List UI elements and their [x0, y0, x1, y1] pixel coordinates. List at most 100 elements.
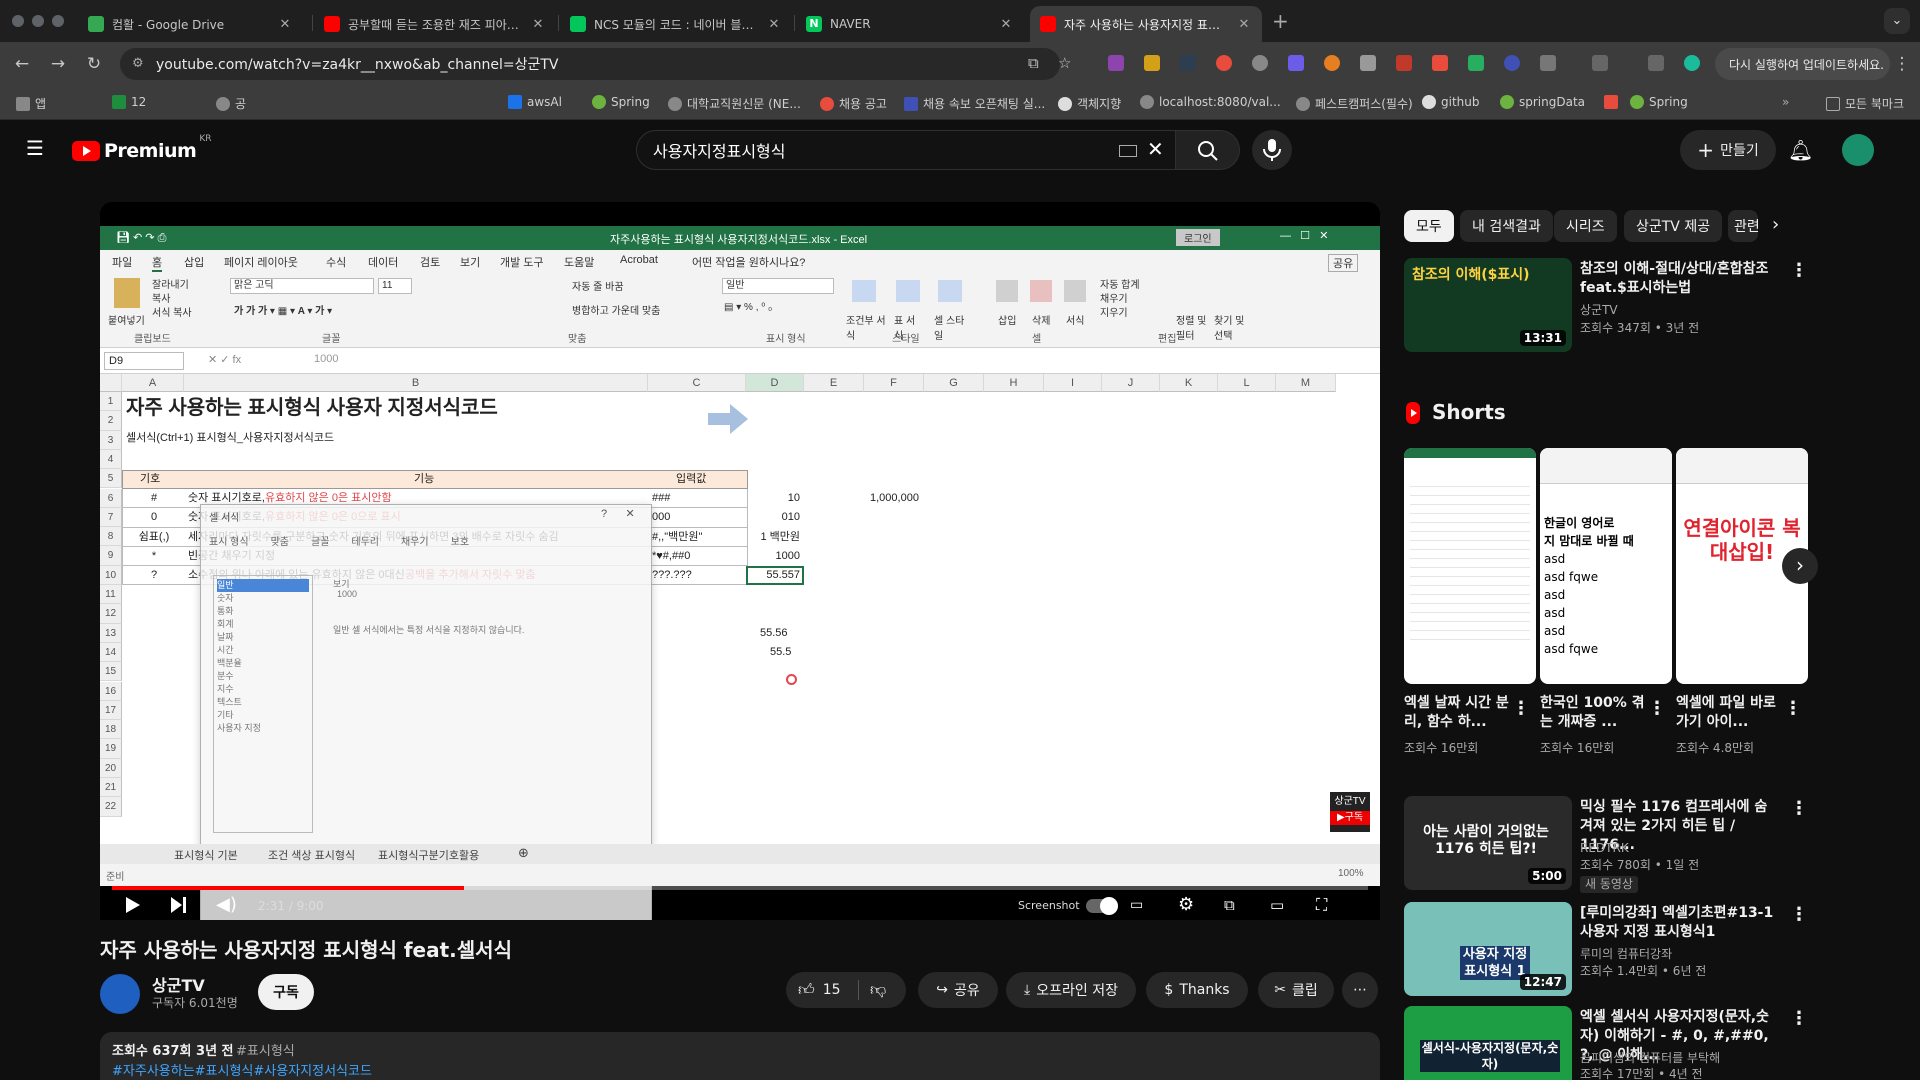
youtube-logo[interactable]: Premium KR: [72, 134, 211, 162]
short-thumbnail[interactable]: [1404, 448, 1536, 684]
browser-tab[interactable]: N NAVER ✕: [796, 6, 1024, 42]
shorts-next-button[interactable]: ›: [1782, 548, 1818, 584]
extension-icon[interactable]: [1504, 55, 1520, 71]
camera-extension-icon[interactable]: [1360, 55, 1376, 71]
bookmark-item[interactable]: Spring: [1630, 95, 1688, 109]
extension-icon[interactable]: [1108, 55, 1124, 71]
forward-icon[interactable]: →: [46, 54, 70, 74]
browser-tab[interactable]: 컴활 - Google Drive ✕: [78, 6, 303, 42]
rec-thumbnail[interactable]: 참조의 이해($표시) 13:31: [1404, 258, 1572, 352]
close-icon[interactable]: ✕: [277, 17, 293, 32]
address-bar[interactable]: ⚙ youtube.com/watch?v=za4kr__nxwo&ab_cha…: [120, 48, 1071, 80]
channel-name[interactable]: 상군TV: [152, 972, 205, 996]
subtitles-icon[interactable]: ▭: [1130, 895, 1143, 915]
bookmark-item[interactable]: [1604, 95, 1623, 109]
chip-all[interactable]: 모두: [1404, 210, 1454, 242]
subscribe-button[interactable]: 구독: [258, 974, 314, 1010]
hamburger-menu-icon[interactable]: ☰: [26, 138, 44, 158]
chip-my-results[interactable]: 내 검색결과: [1460, 210, 1553, 242]
all-bookmarks-folder[interactable]: 모든 북마크: [1826, 95, 1904, 112]
bookmark-item[interactable]: 채용 공고: [820, 95, 887, 112]
short-menu-icon[interactable]: ⋮: [1648, 698, 1666, 719]
autoplay-toggle[interactable]: [1086, 897, 1118, 915]
extension-icon[interactable]: [1396, 55, 1412, 71]
bookmark-item[interactable]: localhost:8080/val...: [1140, 95, 1281, 109]
like-button[interactable]: 👍︎ 15: [798, 980, 841, 1000]
bookmark-item[interactable]: 페스트캠퍼스(필수): [1296, 95, 1413, 112]
extension-icon[interactable]: [1216, 55, 1232, 71]
fullscreen-icon[interactable]: ⛶: [1316, 895, 1327, 915]
close-icon[interactable]: ✕: [1236, 17, 1252, 32]
notifications-bell-icon[interactable]: 🔔︎: [1788, 138, 1813, 162]
next-icon[interactable]: [170, 896, 188, 914]
window-close-button[interactable]: [12, 15, 24, 27]
bookmark-item[interactable]: 공: [216, 95, 246, 112]
reload-icon[interactable]: ↻: [82, 54, 106, 74]
new-tab-button[interactable]: +: [1272, 9, 1289, 33]
search-input[interactable]: 사용자지정표시형식 ✕: [636, 130, 1176, 170]
bookmark-item[interactable]: 채용 속보 오픈채팅 실...: [904, 95, 1045, 112]
dislike-button[interactable]: 👎︎: [870, 980, 886, 1000]
media-control-icon[interactable]: [1648, 55, 1664, 71]
open-in-app-icon[interactable]: ⧉: [1028, 54, 1039, 72]
short-menu-icon[interactable]: ⋮: [1512, 698, 1530, 719]
bookmark-item[interactable]: 객체지향: [1058, 95, 1121, 112]
keyboard-icon[interactable]: [1119, 145, 1137, 157]
chip-series[interactable]: 시리즈: [1554, 210, 1617, 242]
theater-mode-icon[interactable]: ▭: [1270, 895, 1284, 915]
miniplayer-icon[interactable]: ⧉: [1224, 895, 1235, 915]
share-button[interactable]: ↪ 공유: [918, 972, 998, 1008]
more-actions-button[interactable]: ⋯: [1342, 972, 1378, 1008]
bookmark-item[interactable]: 12: [112, 95, 146, 109]
settings-gear-icon[interactable]: ⚙: [1178, 895, 1194, 915]
short-menu-icon[interactable]: ⋮: [1784, 698, 1802, 719]
extension-icon[interactable]: [1432, 55, 1448, 71]
bookmark-item[interactable]: github: [1422, 95, 1479, 109]
back-icon[interactable]: ←: [10, 54, 34, 74]
bookmark-item[interactable]: springData: [1500, 95, 1585, 109]
clip-button[interactable]: ✂ 클립: [1258, 972, 1334, 1008]
channel-avatar[interactable]: [100, 974, 140, 1014]
extension-icon[interactable]: [1288, 55, 1304, 71]
side-panel-icon[interactable]: [1592, 55, 1608, 71]
browser-tab[interactable]: 공부할때 듣는 조용한 재즈 피아노 | ✕: [314, 6, 556, 42]
extension-icon[interactable]: [1324, 55, 1340, 71]
bookmark-item[interactable]: Spring: [592, 95, 650, 109]
bookmark-apps[interactable]: 앱: [16, 95, 46, 112]
rec-thumbnail[interactable]: 사용자 지정 표시형식 1 12:47: [1404, 902, 1572, 996]
extension-icon[interactable]: [1468, 55, 1484, 71]
create-button[interactable]: + 만들기: [1680, 130, 1776, 170]
thanks-button[interactable]: $ Thanks: [1146, 972, 1248, 1008]
rec-menu-icon[interactable]: ⋮: [1790, 798, 1808, 819]
volume-icon[interactable]: ◀︎): [216, 895, 237, 915]
update-button[interactable]: 다시 실행하여 업데이트하세요.: [1715, 48, 1890, 80]
browser-menu-icon[interactable]: ⋮: [1890, 54, 1914, 74]
account-avatar[interactable]: [1842, 134, 1874, 166]
play-icon[interactable]: [124, 896, 142, 914]
rec-title[interactable]: 참조의 이해-절대/상대/혼합참조 feat.$표시하는법: [1580, 260, 1780, 298]
rec-menu-icon[interactable]: ⋮: [1790, 904, 1808, 925]
rec-menu-icon[interactable]: ⋮: [1790, 260, 1808, 281]
close-icon[interactable]: ✕: [530, 17, 546, 32]
bookmark-item[interactable]: 대학교직원신문 (NE...: [668, 95, 801, 112]
bookmark-item[interactable]: awsAl: [508, 95, 562, 109]
window-maximize-button[interactable]: [52, 15, 64, 27]
extension-icon[interactable]: [1144, 55, 1160, 71]
description-box[interactable]: 조회수 637회 3년 전 #표시형식 #자주사용하는#표시형식#사용자지정서식…: [100, 1032, 1380, 1080]
browser-tab-active[interactable]: 자주 사용하는 사용자지정 표시형식 ✕: [1030, 6, 1262, 42]
extensions-puzzle-icon[interactable]: [1540, 55, 1556, 71]
close-icon[interactable]: ✕: [998, 17, 1014, 32]
short-thumbnail[interactable]: 한글이 영어로 지 맘대로 바뀔 때 asd asd fqwe asd asd …: [1540, 448, 1672, 684]
extension-icon[interactable]: [1180, 55, 1196, 71]
site-info-icon[interactable]: ⚙: [132, 56, 144, 71]
search-button[interactable]: [1176, 130, 1240, 170]
browser-tab[interactable]: NCS 모듈의 코드 : 네이버 블로그 ✕: [560, 6, 792, 42]
chip-channel[interactable]: 상군TV 제공: [1624, 210, 1723, 242]
more-bookmarks-icon[interactable]: »: [1782, 95, 1789, 109]
video-player[interactable]: 💾︎ ↶ ↷ ⎙ 자주사용하는 표시형식 사용자지정서식코드.xlsx - Ex…: [100, 202, 1380, 920]
rec-thumbnail[interactable]: 셀서식-사용자지정(문자,숫자): [1404, 1006, 1572, 1080]
window-minimize-button[interactable]: [32, 15, 44, 27]
profile-avatar-icon[interactable]: [1684, 55, 1700, 71]
close-icon[interactable]: ✕: [766, 17, 782, 32]
chip-related[interactable]: 관련: [1728, 210, 1758, 242]
